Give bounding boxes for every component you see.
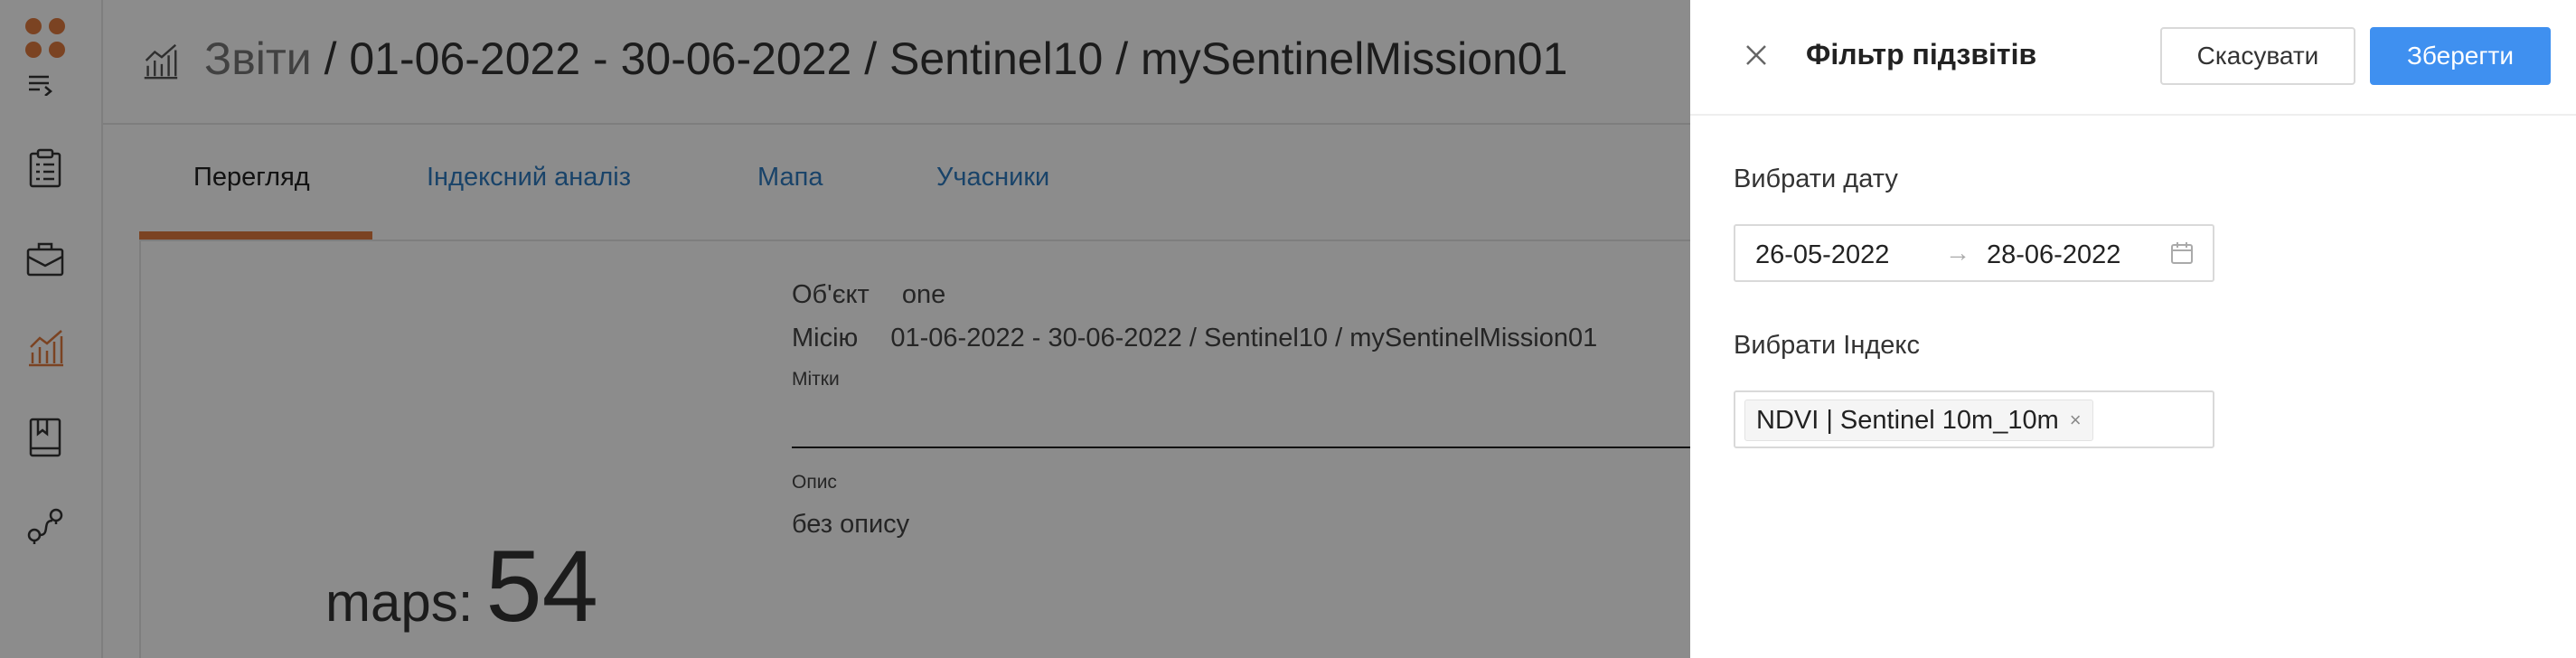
date-label: Вибрати дату [1734, 164, 1898, 193]
tag-remove-icon[interactable]: × [2070, 409, 2082, 432]
modal-overlay[interactable] [0, 0, 1690, 658]
index-label: Вибрати Індекс [1734, 331, 1920, 360]
calendar-icon[interactable] [2169, 240, 2195, 266]
close-icon[interactable] [1743, 42, 1770, 69]
index-tag: NDVI | Sentinel 10m_10m × [1744, 400, 2093, 441]
date-end-input[interactable]: 28-06-2022 [1987, 240, 2120, 270]
save-button[interactable]: Зберегти [2370, 27, 2551, 85]
drawer-title: Фільтр підзвітів [1806, 38, 2037, 70]
date-range-picker[interactable]: 26-05-2022 → 28-06-2022 [1734, 224, 2214, 282]
app: Звіти / 01-06-2022 - 30-06-2022 / Sentin… [0, 0, 2576, 658]
date-start-input[interactable]: 26-05-2022 [1755, 240, 1889, 270]
drawer-header: Фільтр підзвітів Скасувати Зберегти [1690, 0, 2576, 116]
filter-drawer: Фільтр підзвітів Скасувати Зберегти Вибр… [1690, 0, 2576, 658]
index-tag-label: NDVI | Sentinel 10m_10m [1756, 405, 2059, 435]
date-separator: → [1945, 239, 1970, 267]
index-select[interactable]: NDVI | Sentinel 10m_10m × [1734, 390, 2214, 448]
cancel-button[interactable]: Скасувати [2160, 27, 2355, 85]
